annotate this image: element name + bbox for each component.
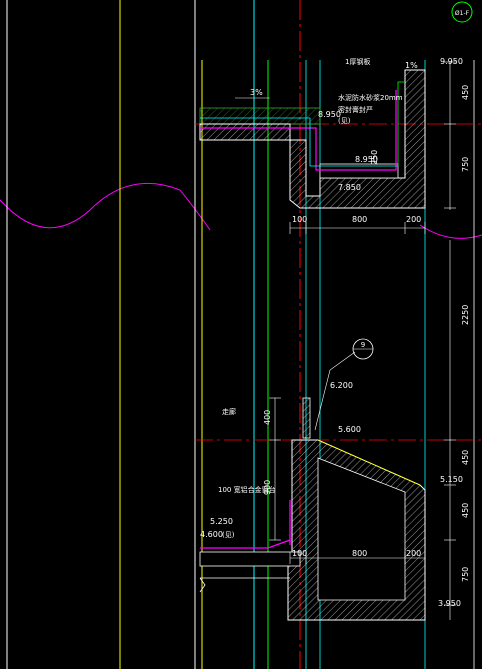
detail-tag: Ø1-F xyxy=(451,1,473,23)
layer-note-3: 密封膏封严 xyxy=(338,105,373,114)
dim-250-upper: 250 xyxy=(370,150,379,165)
room-label: 走廊 xyxy=(222,407,236,416)
elev-5600-label: 5.600 xyxy=(338,425,361,434)
dim-800-upper: 800 xyxy=(352,215,367,224)
callout-number: 9 xyxy=(361,341,365,349)
dim-450-upper: 450 xyxy=(461,85,470,100)
detail-tag-text: Ø1-F xyxy=(455,10,470,17)
elev-top-label: 9.950 xyxy=(440,57,463,66)
dim-750-lower: 750 xyxy=(461,567,470,582)
upper-section xyxy=(199,69,426,209)
elev-4600-label: 4.600 xyxy=(200,530,223,539)
dim-450-lower: 450 xyxy=(461,450,470,465)
dim-200-lower: 200 xyxy=(406,549,421,558)
elev-6200-label: 6.200 xyxy=(330,381,353,390)
layer-note-2: 水泥防水砂浆20mm xyxy=(338,93,403,102)
right-dimension-lower xyxy=(444,240,456,620)
dim-200-upper: 200 xyxy=(406,215,421,224)
dim-right-450-lower: 450 xyxy=(461,503,470,518)
dim-400-lower: 400 xyxy=(263,410,272,425)
elev-left-label: 8.950 xyxy=(318,110,341,119)
dim-750-upper: 750 xyxy=(461,157,470,172)
dim-100-upper: 100 xyxy=(292,215,307,224)
slope-label: 3% xyxy=(250,88,263,97)
railing-note: 100 宽铝合金窗台 xyxy=(218,485,276,494)
elev-5150-label: 5.150 xyxy=(440,475,463,484)
see-note: (见) xyxy=(222,531,235,539)
elev-3950-label: 3.950 xyxy=(438,599,461,608)
elev-5250-label: 5.250 xyxy=(210,517,233,526)
elev-bottom-label: 7.850 xyxy=(338,183,361,192)
right-dimension-upper xyxy=(444,61,456,210)
dim-2250: 2250 xyxy=(461,305,470,325)
dim-100-lower: 100 xyxy=(292,549,307,558)
lower-section xyxy=(199,397,426,621)
drain-slope-label: 1% xyxy=(405,61,418,70)
section-detail-drawing: Ø1-F 1厚钢板 水泥防水砂浆20mm 密封膏封严 (见) 3% 1% 9.9… xyxy=(0,0,482,669)
cad-drawing-canvas: Ø1-F 1厚钢板 水泥防水砂浆20mm 密封膏封严 (见) 3% 1% 9.9… xyxy=(0,0,482,669)
dim-800-lower: 800 xyxy=(352,549,367,558)
layer-note-1: 1厚钢板 xyxy=(345,57,370,66)
